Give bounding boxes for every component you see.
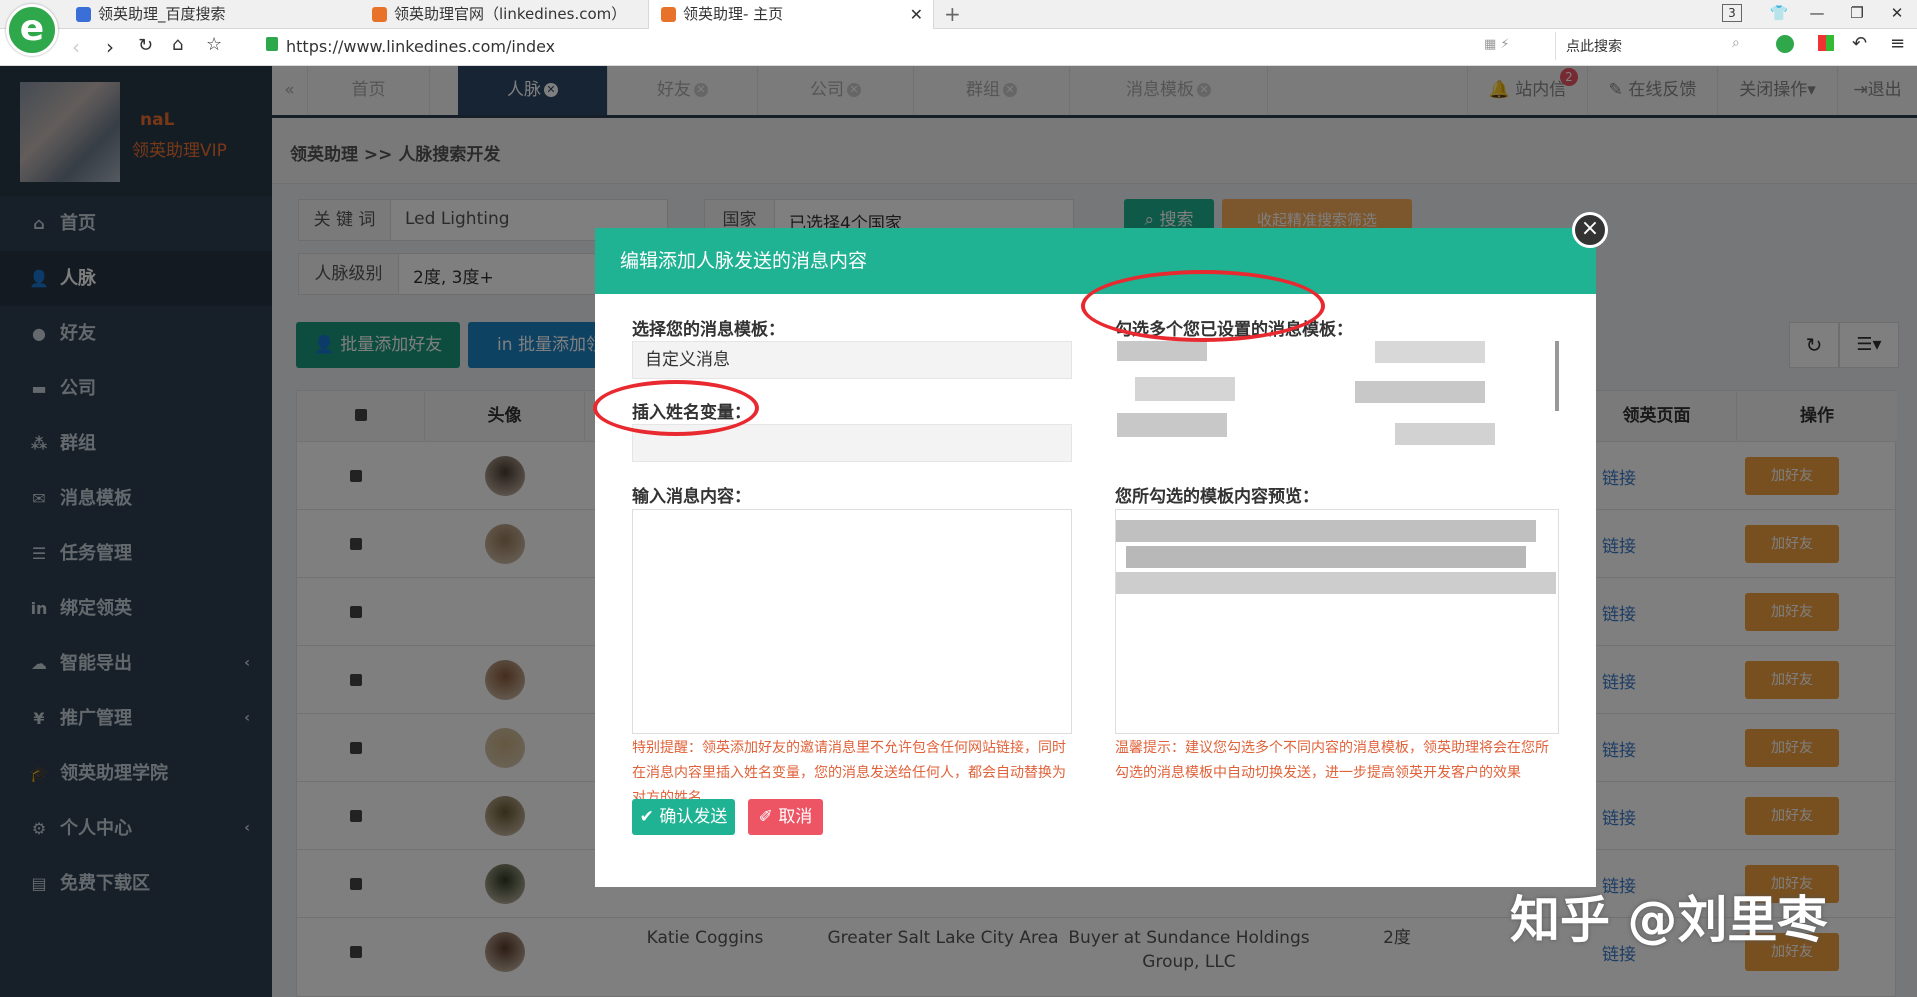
shirt-icon[interactable]: 👕: [1768, 4, 1790, 24]
modal-close-icon[interactable]: ×: [1572, 212, 1608, 248]
template-label: 选择您的消息模板：: [632, 320, 785, 340]
close-tab-icon[interactable]: ✕: [910, 0, 923, 29]
minimize-icon[interactable]: —: [1806, 4, 1828, 24]
browser-tab-label: 领英助理官网（linkedines.com）: [394, 5, 622, 23]
qr-icon[interactable]: ▦ ⚡: [1484, 37, 1510, 52]
extension-icon[interactable]: [1776, 35, 1794, 53]
message-modal: 编辑添加人脉发送的消息内容 选择您的消息模板： 自定义消息 插入姓名变量： 输入…: [593, 228, 1596, 887]
modal-title: 编辑添加人脉发送的消息内容: [595, 228, 1596, 294]
browser-logo: e: [6, 4, 58, 56]
scrollbar[interactable]: [1555, 341, 1559, 411]
browser-tab-bar: 领英助理_百度搜索 领英助理官网（linkedines.com） 领英助理- 主…: [0, 0, 1917, 29]
warning-text-right: 温馨提示：建议您勾选多个不同内容的消息模板，领英助理将会在您所勾选的消息模板中自…: [1115, 740, 1549, 781]
cancel-button[interactable]: ✐ 取消: [748, 799, 823, 835]
check-icon: ✔: [639, 807, 654, 827]
new-tab-icon[interactable]: +: [944, 2, 961, 26]
apps-icon[interactable]: [1818, 35, 1834, 51]
cancel-label: 取消: [778, 807, 813, 827]
message-textarea[interactable]: [632, 509, 1072, 734]
eraser-icon: ✐: [758, 807, 773, 827]
home-icon[interactable]: ⌂: [172, 34, 183, 55]
template-preview-box: [1115, 509, 1559, 734]
browser-tab-label: 领英助理_百度搜索: [98, 5, 226, 23]
back-icon[interactable]: ‹: [72, 35, 80, 59]
content-label: 输入消息内容：: [632, 487, 751, 507]
browser-tab-active[interactable]: 领英助理- 主页 ✕: [648, 0, 934, 29]
star-icon[interactable]: ☆: [206, 34, 222, 55]
template-checklist[interactable]: [1115, 341, 1559, 493]
browser-tab[interactable]: 领英助理官网（linkedines.com）: [360, 0, 622, 29]
confirm-send-label: 确认发送: [659, 807, 728, 827]
confirm-send-button[interactable]: ✔ 确认发送: [632, 799, 735, 835]
linkedines-icon: [661, 7, 676, 22]
close-window-icon[interactable]: ✕: [1886, 4, 1908, 24]
search-icon[interactable]: ⌕: [1732, 35, 1740, 51]
watermark: 知乎 @刘里枣: [1510, 891, 1828, 949]
tab-count-badge[interactable]: 3: [1722, 4, 1742, 22]
annotation-ellipse: [593, 380, 759, 436]
restore-icon[interactable]: ❐: [1846, 4, 1868, 24]
refresh-icon[interactable]: ↻: [138, 35, 153, 56]
preview-label: 您所勾选的模板内容预览：: [1115, 487, 1319, 507]
forward-icon[interactable]: ›: [106, 35, 114, 59]
browser-search-box[interactable]: 点此搜索 ⌕: [1555, 32, 1755, 60]
url-input[interactable]: https://www.linkedines.com/index: [286, 37, 555, 56]
annotation-ellipse: [1081, 270, 1325, 342]
browser-tab[interactable]: 领英助理_百度搜索: [64, 0, 296, 29]
template-select[interactable]: 自定义消息: [632, 341, 1072, 379]
address-bar: ‹ › ↻ ⌂ ☆ https://www.linkedines.com/ind…: [0, 29, 1917, 66]
lock-icon: [266, 37, 278, 51]
browser-search-placeholder: 点此搜索: [1566, 39, 1622, 55]
menu-icon[interactable]: ≡: [1890, 33, 1905, 54]
browser-tab-label: 领英助理- 主页: [683, 5, 784, 23]
baidu-icon: [76, 7, 91, 22]
undo-icon[interactable]: ↶: [1852, 33, 1867, 54]
linkedines-icon: [372, 7, 387, 22]
